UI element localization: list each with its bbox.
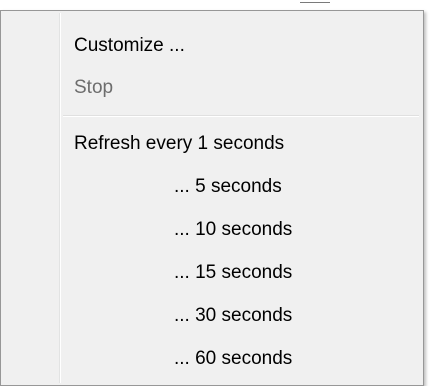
menu-item-refresh-30s[interactable]: ... 30 seconds — [3, 295, 421, 337]
menu-item-label: ... 5 seconds — [174, 176, 282, 197]
menu-item-label: Refresh every 1 seconds — [74, 133, 285, 154]
menu-item-customize[interactable]: Customize ... — [3, 25, 421, 67]
menu-item-label: Stop — [74, 77, 114, 98]
menu-item-label: ... 60 seconds — [174, 348, 293, 369]
context-menu: Customize ... Stop Refresh every 1 secon… — [0, 10, 424, 386]
menu-item-refresh-5s[interactable]: ... 5 seconds — [3, 166, 421, 208]
menu-item-refresh-60s[interactable]: ... 60 seconds — [3, 338, 421, 380]
menu-item-label: Customize ... — [74, 35, 185, 56]
menu-item-label: ... 15 seconds — [174, 262, 293, 283]
menu-item-stop: Stop — [3, 67, 421, 109]
menu-item-refresh-10s[interactable]: ... 10 seconds — [3, 209, 421, 251]
menu-item-label: ... 10 seconds — [174, 219, 293, 240]
window-edge-fragment — [300, 2, 330, 7]
menu-separator — [63, 115, 419, 117]
menu-item-refresh-1s[interactable]: Refresh every 1 seconds — [3, 123, 421, 165]
menu-item-label: ... 30 seconds — [174, 305, 293, 326]
desktop-background — [0, 0, 430, 10]
menu-item-refresh-15s[interactable]: ... 15 seconds — [3, 252, 421, 294]
